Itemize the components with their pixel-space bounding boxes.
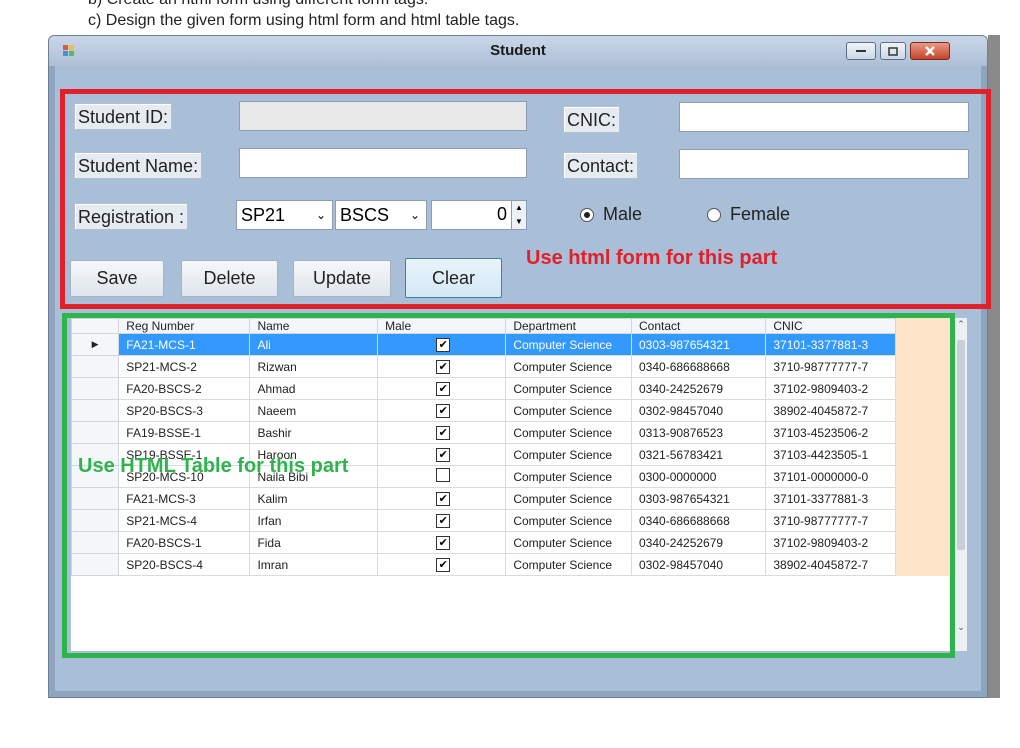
instruction-line-b: b) Create an html form using different f… [88,0,428,9]
scrollbar-thumb[interactable] [957,340,965,550]
table-annotation-box [62,313,955,658]
form-annotation-box [60,89,991,309]
minimize-icon [856,50,866,52]
maximize-button[interactable] [880,42,906,60]
instruction-line-c: c) Design the given form using html form… [88,12,520,29]
maximize-icon [888,46,898,56]
close-button[interactable] [910,42,950,60]
scroll-up-icon[interactable]: ⌃ [955,319,967,330]
table-annotation-text: Use HTML Table for this part [78,455,349,477]
scroll-down-icon[interactable]: ⌄ [955,622,967,633]
title-bar[interactable]: Student [49,36,987,66]
close-icon [925,46,935,56]
minimize-button[interactable] [846,42,876,60]
form-annotation-text: Use html form for this part [526,247,778,269]
